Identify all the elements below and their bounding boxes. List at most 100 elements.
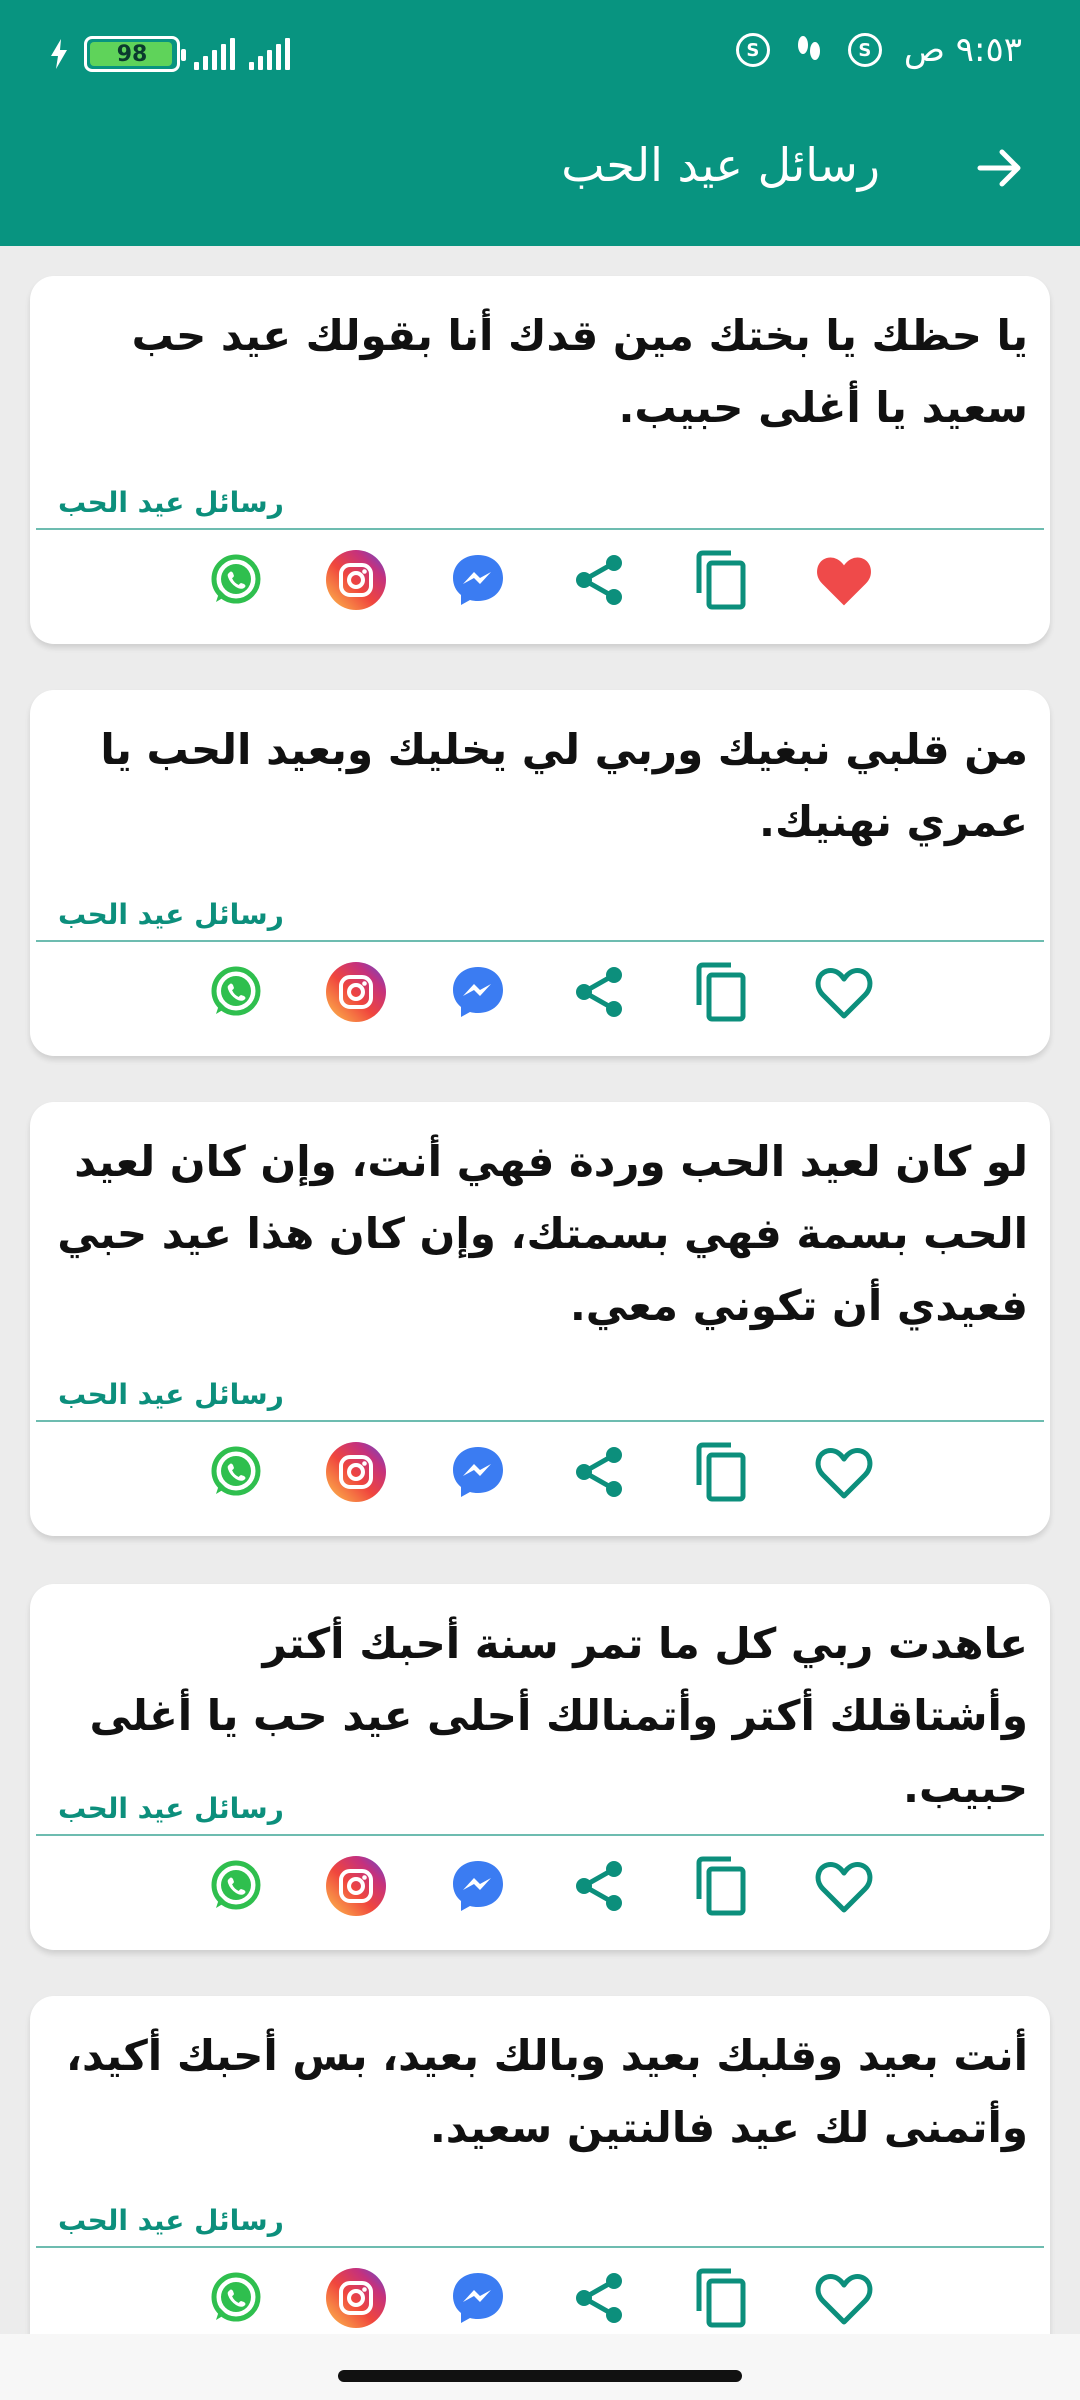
notification-app-icon-2: S bbox=[847, 33, 882, 67]
signal-strength-icon-2 bbox=[249, 38, 290, 70]
instagram-icon bbox=[326, 2268, 386, 2328]
instagram-icon bbox=[326, 550, 386, 610]
favorite-button[interactable] bbox=[804, 1432, 884, 1512]
share-button[interactable] bbox=[560, 2258, 640, 2334]
share-whatsapp-button[interactable] bbox=[196, 1846, 276, 1926]
favorite-button[interactable] bbox=[804, 540, 884, 620]
share-messenger-button[interactable] bbox=[438, 1846, 518, 1926]
messenger-icon bbox=[453, 555, 503, 605]
card-divider bbox=[36, 1420, 1044, 1422]
copy-button[interactable] bbox=[682, 1846, 762, 1926]
message-card: عاهدت ربي كل ما تمر سنة أحبك أكتر وأشتاق… bbox=[30, 1584, 1050, 1950]
instagram-icon bbox=[326, 962, 386, 1022]
copy-button[interactable] bbox=[682, 1432, 762, 1512]
messenger-icon bbox=[453, 1861, 503, 1911]
card-actions bbox=[30, 952, 1050, 1042]
heart-icon bbox=[815, 1448, 873, 1499]
whatsapp-icon bbox=[211, 1446, 261, 1496]
share-instagram-button[interactable] bbox=[316, 1432, 396, 1512]
share-icon bbox=[576, 2273, 622, 2323]
share-icon bbox=[576, 555, 622, 605]
share-whatsapp-button[interactable] bbox=[196, 540, 276, 620]
messenger-icon bbox=[453, 1447, 503, 1497]
copy-icon bbox=[696, 2268, 746, 2328]
battery-indicator: 98 bbox=[84, 36, 186, 72]
whatsapp-icon bbox=[211, 1860, 261, 1910]
share-instagram-button[interactable] bbox=[316, 2258, 396, 2334]
whatsapp-icon bbox=[211, 2272, 261, 2322]
share-button[interactable] bbox=[560, 1432, 640, 1512]
card-divider bbox=[36, 1834, 1044, 1836]
message-card: لو كان لعيد الحب وردة فهي أنت، وإن كان ل… bbox=[30, 1102, 1050, 1536]
copy-button[interactable] bbox=[682, 2258, 762, 2334]
copy-button[interactable] bbox=[682, 540, 762, 620]
share-icon bbox=[576, 1861, 622, 1911]
arrow-forward-icon bbox=[977, 149, 1021, 187]
whatsapp-icon bbox=[211, 966, 261, 1016]
message-text: يا حظك يا بختك مين قدك أنا بقولك عيد حب … bbox=[131, 311, 1028, 432]
message-source: رسائل عيد الحب bbox=[58, 2204, 284, 2237]
status-left: 98 bbox=[48, 36, 290, 72]
heart-icon bbox=[815, 968, 873, 1019]
share-button[interactable] bbox=[560, 952, 640, 1032]
message-source: رسائل عيد الحب bbox=[58, 898, 284, 931]
back-button[interactable] bbox=[968, 136, 1032, 200]
copy-button[interactable] bbox=[682, 952, 762, 1032]
message-card: يا حظك يا بختك مين قدك أنا بقولك عيد حب … bbox=[30, 276, 1050, 644]
card-actions bbox=[30, 540, 1050, 630]
share-button[interactable] bbox=[560, 1846, 640, 1926]
card-divider bbox=[36, 940, 1044, 942]
card-actions bbox=[30, 2258, 1050, 2334]
messenger-icon bbox=[453, 967, 503, 1017]
message-card: أنت بعيد وقلبك بعيد وبالك بعيد، بس أحبك … bbox=[30, 1996, 1050, 2334]
share-button[interactable] bbox=[560, 540, 640, 620]
message-source: رسائل عيد الحب bbox=[58, 486, 284, 519]
share-messenger-button[interactable] bbox=[438, 2258, 518, 2334]
share-messenger-button[interactable] bbox=[438, 540, 518, 620]
message-source: رسائل عيد الحب bbox=[58, 1792, 284, 1825]
instagram-icon bbox=[326, 1442, 386, 1502]
share-whatsapp-button[interactable] bbox=[196, 2258, 276, 2334]
favorite-button[interactable] bbox=[804, 1846, 884, 1926]
status-right: S S ٩:٥٣ ص bbox=[735, 30, 1022, 70]
status-bar: 98 S S ٩:٥٣ ص bbox=[0, 0, 1080, 120]
page-title: رسائل عيد الحب bbox=[561, 138, 880, 192]
messages-list[interactable]: يا حظك يا بختك مين قدك أنا بقولك عيد حب … bbox=[0, 246, 1080, 2334]
copy-icon bbox=[696, 550, 746, 610]
navigation-bar bbox=[0, 2334, 1080, 2400]
share-whatsapp-button[interactable] bbox=[196, 952, 276, 1032]
battery-level: 98 bbox=[116, 41, 148, 67]
signal-strength-icon bbox=[194, 38, 235, 70]
instagram-icon bbox=[326, 1856, 386, 1916]
share-instagram-button[interactable] bbox=[316, 1846, 396, 1926]
whatsapp-icon bbox=[211, 554, 261, 604]
app-header: 98 S S ٩:٥٣ ص رسائل عيد الحب bbox=[0, 0, 1080, 246]
message-card: من قلبي نبغيك وربي لي يخليك وبعيد الحب ي… bbox=[30, 690, 1050, 1056]
card-divider bbox=[36, 528, 1044, 530]
card-divider bbox=[36, 2246, 1044, 2248]
message-text: أنت بعيد وقلبك بعيد وبالك بعيد، بس أحبك … bbox=[66, 2031, 1028, 2152]
message-source: رسائل عيد الحب bbox=[58, 1378, 284, 1411]
share-icon bbox=[576, 1447, 622, 1497]
heart-icon bbox=[817, 557, 871, 606]
card-actions bbox=[30, 1432, 1050, 1522]
copy-icon bbox=[696, 1442, 746, 1502]
footprint-icon bbox=[797, 36, 820, 60]
share-messenger-button[interactable] bbox=[438, 1432, 518, 1512]
share-icon bbox=[576, 967, 622, 1017]
copy-icon bbox=[696, 962, 746, 1022]
share-messenger-button[interactable] bbox=[438, 952, 518, 1032]
copy-icon bbox=[696, 1856, 746, 1916]
heart-icon bbox=[815, 1862, 873, 1913]
message-text: لو كان لعيد الحب وردة فهي أنت، وإن كان ل… bbox=[57, 1137, 1028, 1330]
favorite-button[interactable] bbox=[804, 2258, 884, 2334]
status-time: ٩:٥٣ ص bbox=[903, 30, 1022, 70]
share-whatsapp-button[interactable] bbox=[196, 1432, 276, 1512]
favorite-button[interactable] bbox=[804, 952, 884, 1032]
home-indicator[interactable] bbox=[338, 2370, 742, 2382]
share-instagram-button[interactable] bbox=[316, 952, 396, 1032]
share-instagram-button[interactable] bbox=[316, 540, 396, 620]
charging-icon bbox=[51, 39, 67, 69]
card-actions bbox=[30, 1846, 1050, 1936]
notification-app-icon: S bbox=[735, 33, 770, 67]
